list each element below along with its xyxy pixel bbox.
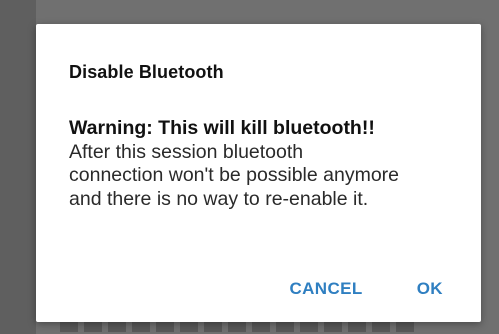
cancel-button[interactable]: CANCEL [289,279,362,299]
dialog-title: Disable Bluetooth [69,62,224,82]
backdrop-left-panel [0,0,36,334]
warning-text: Warning: This will kill bluetooth!! [69,117,375,139]
dialog-body: Warning: This will kill bluetooth!! Afte… [69,117,464,211]
dialog-actions: CANCEL OK [289,279,443,299]
ok-button[interactable]: OK [417,279,443,299]
dialog-message: After this session bluetooth connection … [69,140,400,210]
disable-bluetooth-dialog: Disable Bluetooth Warning: This will kil… [36,24,481,322]
